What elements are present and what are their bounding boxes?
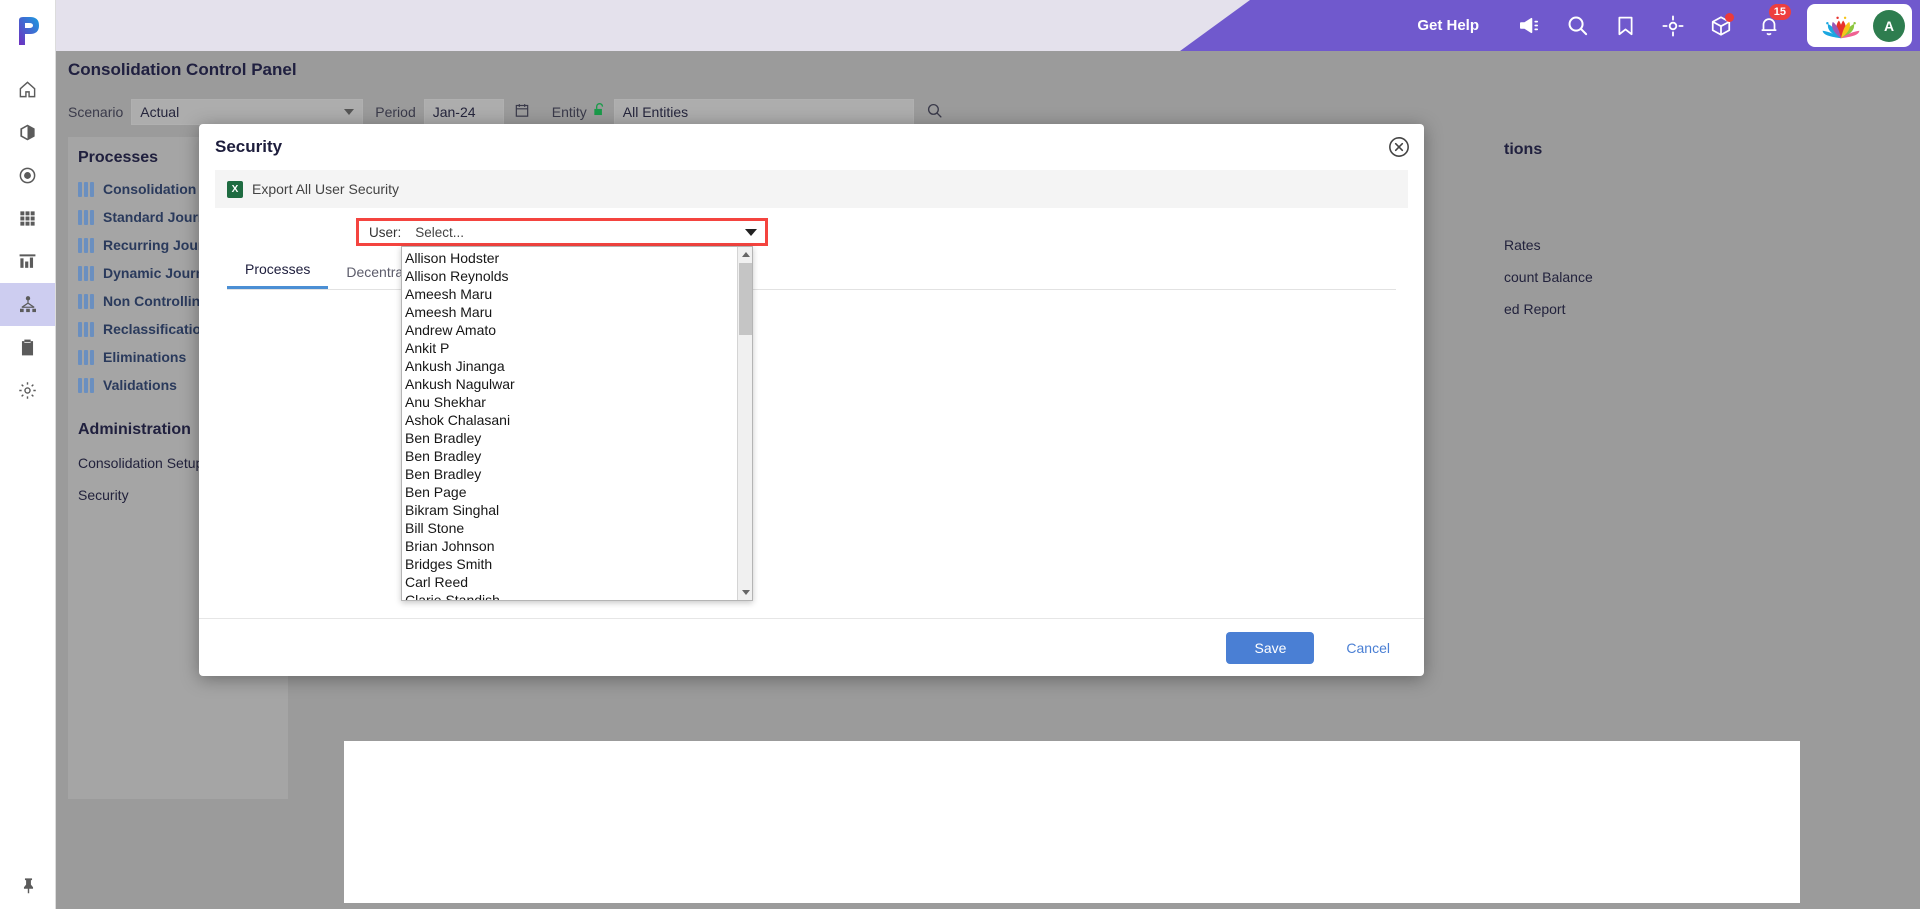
export-all-user-security-row[interactable]: X Export All User Security — [215, 170, 1408, 208]
app-logo[interactable] — [0, 0, 55, 62]
list-item[interactable]: Ankush Jinanga — [402, 357, 737, 375]
megaphone-icon[interactable] — [1505, 0, 1553, 51]
bars-icon — [78, 181, 94, 197]
sidebar-item-consolidation[interactable] — [0, 283, 55, 326]
unlock-icon[interactable] — [592, 101, 614, 123]
modal-header: Security — [199, 124, 1424, 170]
save-button[interactable]: Save — [1226, 631, 1315, 664]
bars-icon — [78, 237, 94, 253]
pin-icon[interactable] — [0, 876, 56, 895]
list-item[interactable]: Bill Stone — [402, 519, 737, 537]
list-item[interactable]: Ben Bradley — [402, 465, 737, 483]
user-select-value: Select... — [415, 224, 465, 240]
list-item[interactable]: Ankush Nagulwar — [402, 375, 737, 393]
scenario-value: Actual — [140, 104, 180, 120]
list-item-label: Eliminations — [103, 349, 187, 365]
list-item[interactable]: Allison Hodster — [402, 249, 737, 267]
calendar-icon[interactable] — [504, 102, 540, 122]
entity-search-icon[interactable] — [914, 102, 955, 122]
period-label: Period — [375, 104, 416, 120]
list-item[interactable]: Bikram Singhal — [402, 501, 737, 519]
list-item[interactable]: Ameesh Maru — [402, 303, 737, 321]
excel-icon: X — [227, 180, 243, 198]
list-item[interactable]: count Balance — [1500, 261, 1800, 293]
user-dropdown-list: Allison Hodster Allison Reynolds Ameesh … — [401, 246, 753, 601]
user-label: User: — [369, 224, 402, 240]
entity-label: Entity — [551, 104, 587, 120]
sidebar-item-models[interactable] — [0, 111, 55, 154]
security-modal: Security X Export All User Security User… — [199, 124, 1424, 676]
list-item-label: Validations — [103, 377, 177, 393]
entity-value[interactable]: All Entities — [613, 99, 914, 125]
list-item[interactable]: Rates — [1500, 229, 1800, 261]
sidebar-item-tasks[interactable] — [0, 326, 55, 369]
top-bar-actions: Get Help 15 A — [1180, 0, 1920, 51]
user-select[interactable]: User: Select... — [356, 218, 768, 246]
page-title: Consolidation Control Panel — [68, 60, 297, 79]
list-item[interactable]: Allison Reynolds — [402, 267, 737, 285]
sidebar-item-targets[interactable] — [0, 154, 55, 197]
list-item[interactable]: ed Report — [1500, 293, 1800, 325]
box-notification-dot — [1725, 13, 1734, 22]
bell-icon[interactable]: 15 — [1745, 0, 1793, 51]
box-icon[interactable] — [1697, 0, 1745, 51]
cancel-button[interactable]: Cancel — [1340, 639, 1396, 657]
list-item[interactable]: Ben Page — [402, 483, 737, 501]
sidebar-item-home[interactable] — [0, 68, 55, 111]
scrollbar-thumb[interactable] — [739, 263, 752, 335]
bars-icon — [78, 293, 94, 309]
options-panel: tions Rates count Balance ed Report — [1500, 137, 1800, 325]
list-item[interactable]: Ankit P — [402, 339, 737, 357]
list-item[interactable]: Ben Bradley — [402, 429, 737, 447]
period-value[interactable]: Jan-24 — [423, 99, 504, 125]
chevron-down-icon — [344, 109, 355, 115]
scenario-label: Scenario — [68, 104, 124, 120]
bars-icon — [78, 377, 94, 393]
notification-badge: 15 — [1768, 4, 1791, 20]
list-item[interactable]: Clarie Standish — [402, 591, 737, 600]
scroll-down-arrow-icon[interactable] — [738, 585, 752, 600]
export-all-user-security-label[interactable]: Export All User Security — [252, 181, 399, 197]
list-item[interactable]: Anu Shekhar — [402, 393, 737, 411]
modal-footer: Save Cancel — [199, 618, 1424, 676]
user-chip[interactable]: A — [1807, 4, 1912, 47]
chevron-down-icon[interactable] — [745, 228, 757, 236]
list-item[interactable]: Andrew Amato — [402, 321, 737, 339]
options-heading: tions — [1504, 141, 1543, 158]
scroll-up-arrow-icon[interactable] — [738, 247, 752, 262]
bars-icon — [78, 209, 94, 225]
rail-item-list — [0, 62, 55, 412]
crosshair-icon[interactable] — [1649, 0, 1697, 51]
dropdown-scrollbar[interactable] — [737, 247, 752, 600]
list-item[interactable]: Ashok Chalasani — [402, 411, 737, 429]
sidebar-item-grid[interactable] — [0, 197, 55, 240]
bars-icon — [78, 321, 94, 337]
list-item[interactable]: Bridges Smith — [402, 555, 737, 573]
content-card — [344, 741, 1800, 903]
modal-title: Security — [215, 137, 283, 156]
scenario-select[interactable]: Actual — [131, 99, 364, 125]
tab-processes[interactable]: Processes — [227, 261, 329, 289]
bars-icon — [78, 349, 94, 365]
search-icon[interactable] — [1553, 0, 1601, 51]
list-item[interactable]: Ben Bradley — [402, 447, 737, 465]
lotus-logo — [1822, 16, 1860, 38]
close-icon[interactable] — [1388, 136, 1410, 158]
top-bar: Get Help 15 A — [56, 0, 1920, 51]
bookmark-icon[interactable] — [1601, 0, 1649, 51]
list-item-label: Non Controlling — [103, 293, 209, 309]
list-item[interactable]: Carl Reed — [402, 573, 737, 591]
list-item[interactable]: Brian Johnson — [402, 537, 737, 555]
sidebar-item-settings[interactable] — [0, 369, 55, 412]
dropdown-options: Allison Hodster Allison Reynolds Ameesh … — [402, 247, 737, 600]
sidebar-item-reports[interactable] — [0, 240, 55, 283]
avatar[interactable]: A — [1873, 9, 1905, 42]
bars-icon — [78, 265, 94, 281]
list-item[interactable]: Ameesh Maru — [402, 285, 737, 303]
app-root: Get Help 15 A Consolidation Control Pane… — [0, 0, 1920, 909]
get-help-button[interactable]: Get Help — [1417, 17, 1479, 34]
left-icon-rail — [0, 0, 56, 909]
